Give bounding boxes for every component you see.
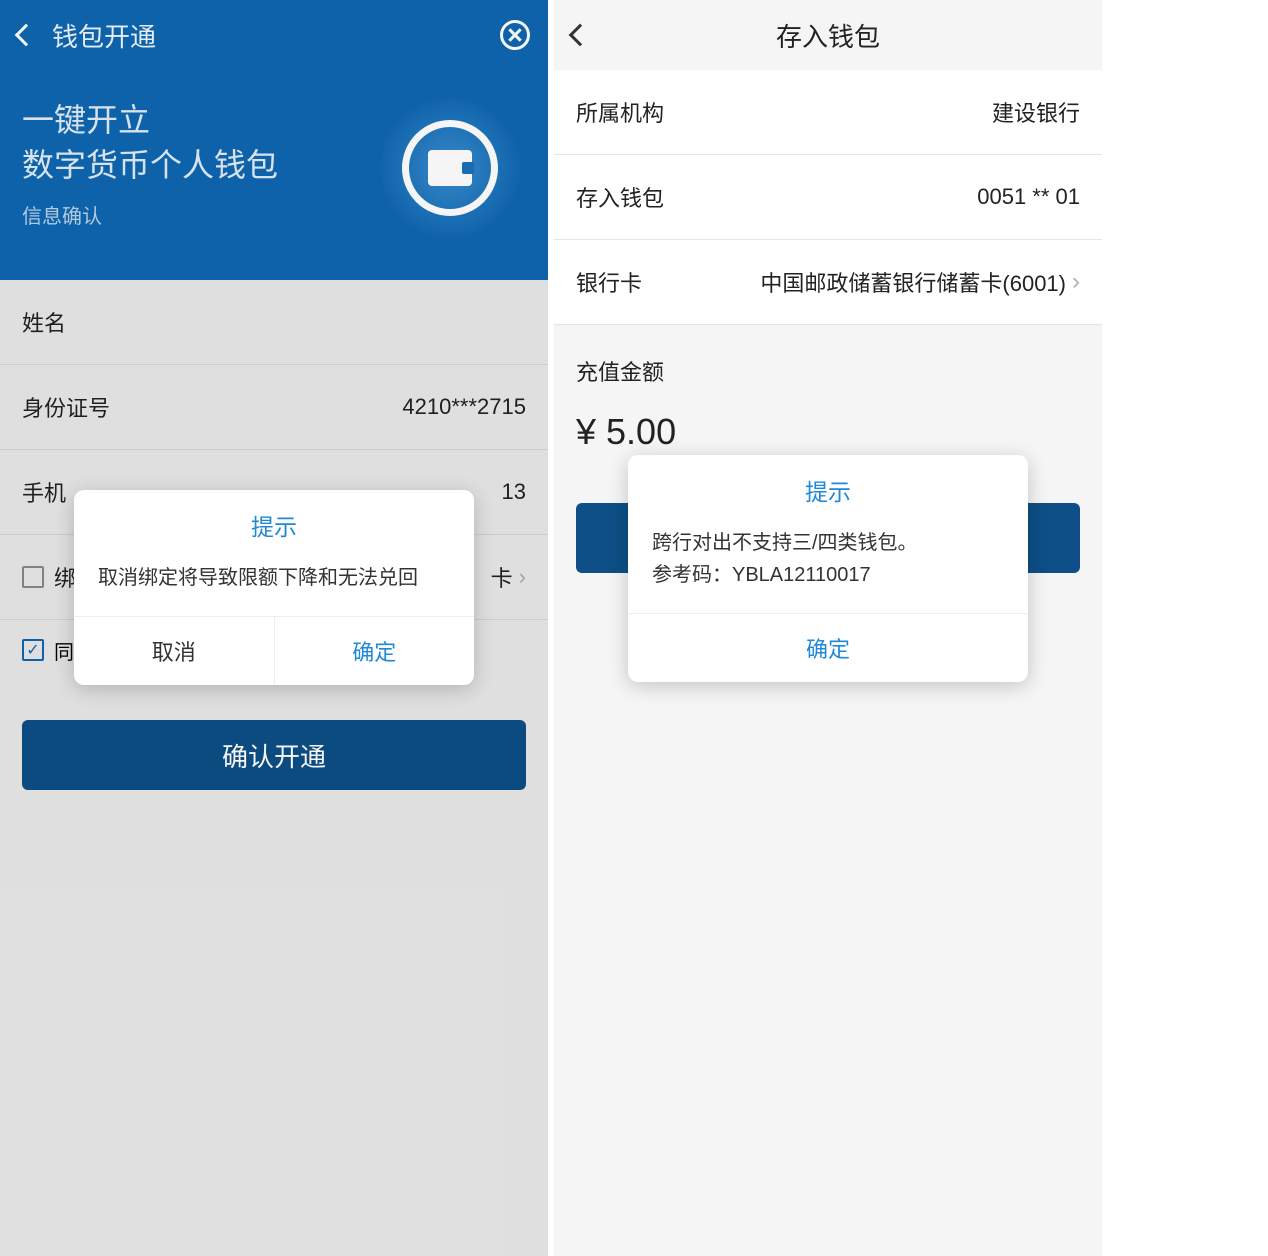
back-icon[interactable] (15, 24, 38, 47)
chevron-right-icon: › (519, 564, 526, 590)
row-org: 所属机构 建设银行 (554, 70, 1102, 155)
org-label: 所属机构 (576, 96, 664, 128)
header-bar: 钱包开通 (0, 0, 548, 70)
wallet-value: 0051 ** 01 (977, 184, 1080, 210)
dialog-error: 提示 跨行对出不支持三/四类钱包。 参考码：YBLA12110017 确定 (628, 455, 1028, 682)
card-label: 银行卡 (576, 266, 642, 298)
phone-label: 手机 (22, 476, 66, 508)
id-label: 身份证号 (22, 391, 110, 423)
chevron-right-icon: › (1072, 268, 1080, 296)
row-bank-card[interactable]: 银行卡 中国邮政储蓄银行储蓄卡(6001) › (554, 240, 1102, 325)
dialog-body-line1: 跨行对出不支持三/四类钱包。 (652, 527, 1004, 559)
amount-label: 充值金额 (554, 325, 1102, 397)
close-icon[interactable] (500, 20, 530, 50)
dialog-title: 提示 (74, 490, 474, 552)
dialog-unbind-warning: 提示 取消绑定将导致限额下降和无法兑回 取消 确定 (74, 490, 474, 685)
dialog-body-line2: 参考码：YBLA12110017 (652, 559, 1004, 591)
wallet-label: 存入钱包 (576, 181, 664, 213)
id-value: 4210***2715 (402, 394, 526, 420)
bind-label: 绑 (54, 561, 76, 593)
ok-button[interactable]: 确定 (275, 617, 475, 685)
bind-value-suffix: 卡 (491, 561, 513, 593)
hero-banner: 一键开立 数字货币个人钱包 信息确认 (0, 70, 548, 280)
card-value: 中国邮政储蓄银行储蓄卡(6001) (760, 266, 1066, 298)
hero-line-2: 数字货币个人钱包 (22, 147, 278, 183)
phone-value: 13 (502, 479, 526, 505)
wallet-icon (380, 98, 520, 238)
name-label: 姓名 (22, 306, 66, 338)
row-wallet[interactable]: 存入钱包 0051 ** 01 (554, 155, 1102, 240)
dialog-body: 跨行对出不支持三/四类钱包。 参考码：YBLA12110017 (628, 517, 1028, 613)
screen-deposit-wallet: 存入钱包 所属机构 建设银行 存入钱包 0051 ** 01 银行卡 中国邮政储… (554, 0, 1102, 1256)
ok-button[interactable]: 确定 (628, 613, 1028, 682)
cancel-button[interactable]: 取消 (74, 617, 275, 685)
agree-checkbox[interactable]: ✓ (22, 639, 44, 661)
page-title: 存入钱包 (776, 17, 880, 54)
dialog-title: 提示 (628, 455, 1028, 517)
org-value: 建设银行 (992, 96, 1080, 128)
header-bar: 存入钱包 (554, 0, 1102, 70)
back-icon[interactable] (572, 27, 588, 43)
screen-open-wallet: 钱包开通 一键开立 数字货币个人钱包 信息确认 姓名 身份证号 4210***2… (0, 0, 548, 1256)
page-title: 钱包开通 (52, 17, 156, 54)
dialog-body: 取消绑定将导致限额下降和无法兑回 (74, 552, 474, 616)
bind-checkbox[interactable]: ✓ (22, 566, 44, 588)
confirm-open-button[interactable]: 确认开通 (22, 720, 526, 790)
row-name[interactable]: 姓名 (0, 280, 548, 365)
row-id[interactable]: 身份证号 4210***2715 (0, 365, 548, 450)
hero-line-1: 一键开立 (22, 102, 150, 138)
